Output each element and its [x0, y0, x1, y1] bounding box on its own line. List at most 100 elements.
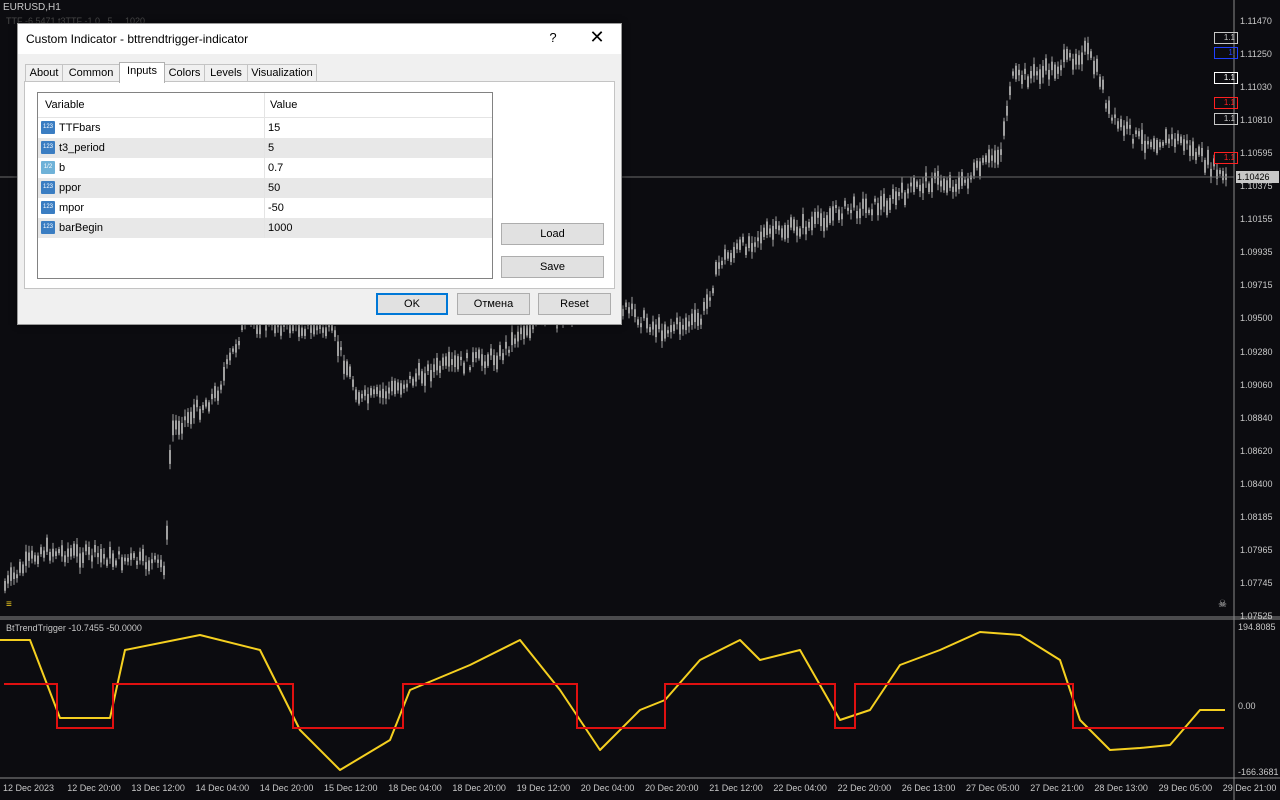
- variable-value[interactable]: -50: [268, 202, 284, 214]
- tab-colors[interactable]: Colors: [164, 64, 205, 82]
- subwindow-zero-label: 0.00: [1238, 701, 1256, 711]
- price-axis-label: 1.10155: [1240, 214, 1273, 225]
- time-axis-label: 14 Dec 04:00: [195, 783, 250, 793]
- inputs-grid: Variable Value 123 TTFbars 15 123 t3_period 5…: [37, 92, 493, 279]
- price-axis-label: 1.08840: [1240, 412, 1273, 423]
- input-row[interactable]: 123 ppor 50: [38, 178, 492, 198]
- time-axis-label: 29 Dec 05:00: [1158, 783, 1213, 793]
- price-axis-label: 1.07745: [1240, 577, 1273, 588]
- close-icon[interactable]: ✕: [588, 27, 606, 48]
- time-axis-label: 12 Dec 20:00: [67, 783, 121, 793]
- dialog-title: Custom Indicator - bttrendtrigger-indica…: [26, 32, 249, 46]
- price-level-tag: 1.1: [1214, 72, 1238, 84]
- custom-indicator-dialog: Custom Indicator - bttrendtrigger-indica…: [17, 23, 622, 325]
- input-row[interactable]: 1/2 b 0.7: [38, 158, 492, 178]
- variable-value[interactable]: 1000: [268, 222, 292, 234]
- integer-type-icon: 123: [41, 121, 55, 134]
- price-axis-label: 1.09060: [1240, 379, 1273, 390]
- price-axis-label: 1.07525: [1240, 610, 1273, 621]
- load-button[interactable]: Load: [501, 223, 604, 245]
- price-level-tag: 1.1: [1214, 97, 1238, 109]
- price-axis-label: 1.09935: [1240, 247, 1273, 258]
- subwindow-max-label: 194.8085: [1238, 622, 1276, 632]
- tab-common[interactable]: Common: [62, 64, 120, 82]
- variable-name: mpor: [59, 202, 85, 214]
- input-row[interactable]: 123 t3_period 5: [38, 138, 492, 158]
- time-axis-label: 26 Dec 13:00: [901, 783, 956, 793]
- time-axis-label: 12 Dec 2023: [3, 783, 55, 793]
- variable-name: ppor: [59, 182, 82, 194]
- time-axis-label: 18 Dec 20:00: [452, 783, 506, 793]
- tab-about[interactable]: About: [25, 64, 63, 82]
- price-level-tag: 1.1: [1214, 113, 1238, 125]
- time-axis-label: 22 Dec 20:00: [837, 783, 892, 793]
- grid-header: Variable Value: [38, 93, 492, 118]
- variable-value[interactable]: 0.7: [268, 162, 283, 174]
- price-level-tag: 1.1: [1214, 32, 1238, 44]
- time-axis-label: 27 Dec 05:00: [966, 783, 1020, 793]
- save-button[interactable]: Save: [501, 256, 604, 278]
- current-price-label: 1.10426: [1236, 171, 1279, 183]
- price-axis-label: 1.10810: [1240, 115, 1273, 126]
- input-row[interactable]: 123 barBegin 1000: [38, 218, 492, 238]
- reset-button[interactable]: Reset: [538, 293, 611, 315]
- variable-name: TTFbars: [59, 122, 101, 134]
- cancel-button[interactable]: Отмена: [457, 293, 530, 315]
- subwindow-min-label: -166.3681: [1238, 767, 1279, 777]
- price-axis-label: 1.09500: [1240, 313, 1273, 324]
- integer-type-icon: 123: [41, 181, 55, 194]
- price-axis-label: 1.08620: [1240, 445, 1273, 456]
- time-axis-label: 21 Dec 12:00: [709, 783, 763, 793]
- integer-type-icon: 123: [41, 201, 55, 214]
- price-axis-label: 1.11470: [1240, 16, 1272, 26]
- time-axis-label: 20 Dec 20:00: [645, 783, 699, 793]
- chart-symbol-title: EURUSD,H1: [3, 2, 61, 13]
- price-axis-label: 1.11250: [1240, 49, 1272, 60]
- time-axis-label: 14 Dec 20:00: [259, 783, 314, 793]
- price-axis-label: 1.09280: [1240, 346, 1273, 357]
- ttf-oscillator-line: [0, 631, 1225, 771]
- subwindow-title: BtTrendTrigger -10.7455 -50.0000: [6, 623, 142, 633]
- price-axis-label: 1.08400: [1240, 478, 1273, 489]
- time-axis-label: 19 Dec 12:00: [516, 783, 571, 793]
- price-level-tag: 1.1: [1214, 152, 1238, 164]
- skull-icon: ☠: [1218, 599, 1227, 610]
- price-axis-label: 1.08185: [1240, 511, 1273, 522]
- column-variable-header[interactable]: Variable: [45, 99, 85, 111]
- time-axis-label: 29 Dec 21:00: [1222, 783, 1277, 793]
- integer-type-icon: 123: [41, 141, 55, 154]
- input-row[interactable]: 123 mpor -50: [38, 198, 492, 218]
- shift-arrow-icon: ≡: [6, 599, 12, 610]
- variable-name: barBegin: [59, 222, 104, 234]
- time-axis-label: 27 Dec 21:00: [1030, 783, 1084, 793]
- input-row[interactable]: 123 TTFbars 15: [38, 118, 492, 138]
- column-value-header[interactable]: Value: [270, 99, 297, 111]
- tab-levels[interactable]: Levels: [204, 64, 248, 82]
- help-button[interactable]: ?: [546, 30, 560, 45]
- time-axis-label: 18 Dec 04:00: [388, 783, 442, 793]
- price-axis-label: 1.10595: [1240, 148, 1273, 159]
- variable-name: t3_period: [59, 142, 105, 154]
- price-axis-label: 1.07965: [1240, 544, 1273, 555]
- variable-value[interactable]: 15: [268, 122, 280, 134]
- variable-value[interactable]: 50: [268, 182, 280, 194]
- time-axis-label: 28 Dec 13:00: [1094, 783, 1148, 793]
- inputs-panel: Variable Value 123 TTFbars 15 123 t3_period 5…: [24, 81, 615, 289]
- oscillator-subwindow: [0, 631, 1225, 771]
- price-axis-label: 1.09715: [1240, 280, 1273, 291]
- price-axis-label: 1.11030: [1240, 82, 1272, 93]
- variable-value[interactable]: 5: [268, 142, 274, 154]
- time-axis-label: 13 Dec 12:00: [131, 783, 185, 793]
- trigger-line: [4, 683, 1224, 729]
- double-type-icon: 1/2: [41, 161, 55, 174]
- tab-visualization[interactable]: Visualization: [247, 64, 317, 82]
- time-axis-label: 15 Dec 12:00: [324, 783, 378, 793]
- time-axis-label: 20 Dec 04:00: [580, 783, 635, 793]
- price-level-tag: 1.: [1214, 47, 1238, 59]
- time-axis-label: 22 Dec 04:00: [773, 783, 827, 793]
- tab-inputs[interactable]: Inputs: [119, 62, 165, 83]
- variable-name: b: [59, 162, 66, 174]
- integer-type-icon: 123: [41, 221, 55, 234]
- ok-button[interactable]: OK: [376, 293, 448, 315]
- dialog-titlebar[interactable]: Custom Indicator - bttrendtrigger-indica…: [18, 24, 621, 54]
